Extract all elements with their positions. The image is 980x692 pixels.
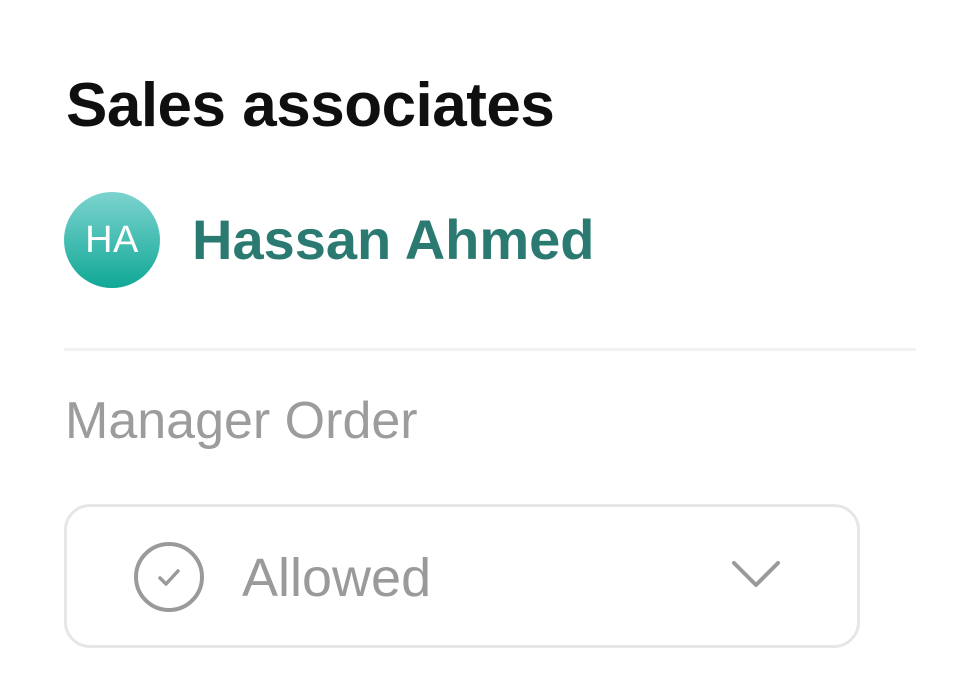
manager-order-value: Allowed — [242, 548, 432, 608]
avatar: HA — [64, 192, 160, 288]
associate-name[interactable]: Hassan Ahmed — [192, 208, 595, 272]
chevron-down-icon[interactable] — [731, 559, 781, 589]
manager-order-select[interactable]: Allowed — [64, 504, 860, 648]
manager-order-label: Manager Order — [65, 392, 418, 450]
section-title: Sales associates — [66, 71, 555, 140]
divider — [64, 348, 916, 351]
check-circle-icon — [134, 542, 204, 612]
avatar-initials: HA — [85, 218, 139, 261]
associate-row[interactable]: HA Hassan Ahmed — [64, 192, 595, 288]
sales-associates-panel: Sales associates HA Hassan Ahmed Manager… — [0, 0, 980, 692]
